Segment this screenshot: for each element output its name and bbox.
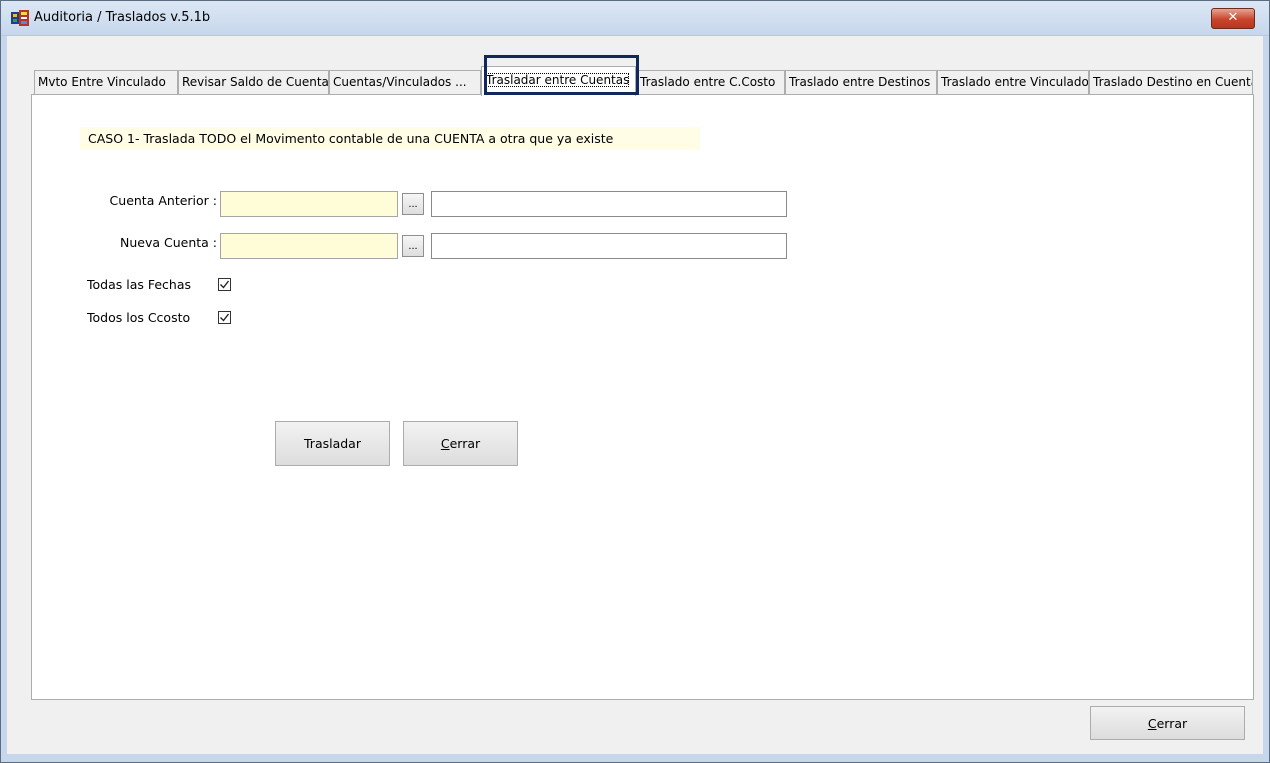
panel-cerrar-button[interactable]: Cerrar: [403, 421, 518, 466]
nueva-cuenta-browse-button[interactable]: ...: [402, 235, 424, 257]
tab-cuentas-vinculados[interactable]: Cuentas/Vinculados ...: [329, 70, 481, 94]
close-icon: ✕: [1227, 10, 1239, 25]
tab-label: Revisar Saldo de Cuentas: [182, 75, 329, 89]
cuenta-anterior-description[interactable]: [431, 191, 787, 217]
nueva-cuenta-label: Nueva Cuenta :: [119, 235, 217, 250]
tab-traslado-entre-vinculados[interactable]: Traslado entre Vinculados: [937, 70, 1089, 94]
cuenta-anterior-label: Cuenta Anterior :: [109, 193, 217, 208]
todos-ccosto-label: Todos los Ccosto: [87, 310, 191, 325]
tab-label: Traslado Destino en Cuenta: [1093, 75, 1253, 89]
tab-label: Traslado entre Destinos: [789, 75, 931, 89]
window-frame-right: [1263, 36, 1269, 762]
case-description: CASO 1- Traslada TODO el Movimento conta…: [80, 127, 700, 150]
trasladar-button[interactable]: Trasladar: [275, 421, 390, 466]
tab-label: Traslado entre Vinculados: [941, 75, 1089, 89]
tab-traslado-entre-ccosto[interactable]: Traslado entre C.Costo: [636, 70, 785, 94]
tab-label: Mvto Entre Vinculado: [38, 75, 166, 89]
window-title: Auditoria / Traslados v.5.1b: [34, 10, 211, 25]
footer-cerrar-button[interactable]: Cerrar: [1090, 706, 1245, 740]
tab-label: Traslado entre C.Costo: [640, 75, 776, 89]
tab-traslado-destino-en-cuenta[interactable]: Traslado Destino en Cuenta: [1089, 70, 1253, 94]
nueva-cuenta-description[interactable]: [431, 233, 787, 259]
active-tab-highlight: [484, 55, 639, 95]
tab-revisar-saldo-cuentas[interactable]: Revisar Saldo de Cuentas: [178, 70, 329, 94]
title-bar[interactable]: Auditoria / Traslados v.5.1b ✕: [1, 1, 1269, 36]
cerrar-mnemonic: C: [440, 436, 450, 451]
todos-ccosto-checkbox[interactable]: [218, 311, 231, 324]
checkmark-icon: [220, 280, 230, 289]
tab-mvto-entre-vinculado[interactable]: Mvto Entre Vinculado: [34, 70, 178, 94]
cerrar-label-rest: errar: [449, 436, 481, 451]
main-window: Auditoria / Traslados v.5.1b ✕ Mvto Entr…: [0, 0, 1270, 763]
window-close-button[interactable]: ✕: [1211, 8, 1255, 29]
todas-fechas-label: Todas las Fechas: [87, 277, 192, 292]
tab-traslado-entre-destinos[interactable]: Traslado entre Destinos: [785, 70, 937, 94]
app-icon: [11, 10, 29, 26]
cerrar-label-rest: errar: [1156, 715, 1188, 731]
cerrar-mnemonic: C: [1147, 715, 1157, 731]
checkmark-icon: [220, 313, 230, 322]
tab-strip: Mvto Entre Vinculado Revisar Saldo de Cu…: [31, 65, 1253, 96]
tab-panel-trasladar-entre-cuentas: CASO 1- Traslada TODO el Movimento conta…: [31, 94, 1254, 700]
todas-fechas-checkbox[interactable]: [218, 278, 231, 291]
client-area: Mvto Entre Vinculado Revisar Saldo de Cu…: [7, 36, 1263, 754]
window-frame-bottom: [1, 754, 1269, 762]
nueva-cuenta-input[interactable]: [220, 233, 398, 259]
tab-label: Cuentas/Vinculados ...: [333, 75, 467, 89]
cuenta-anterior-browse-button[interactable]: ...: [402, 193, 424, 215]
cuenta-anterior-input[interactable]: [220, 191, 398, 217]
